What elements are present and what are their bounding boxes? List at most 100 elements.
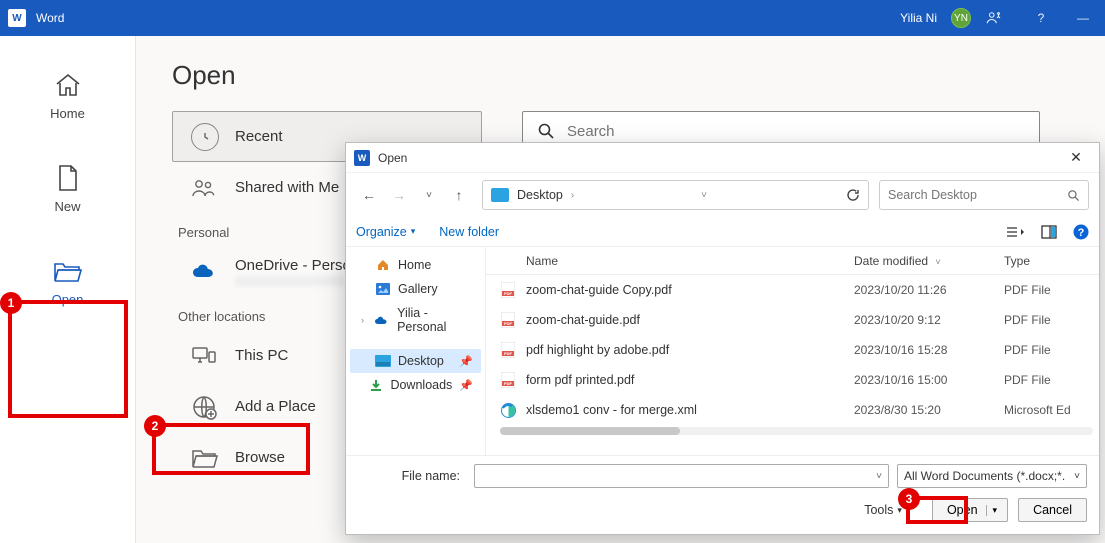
view-menu-icon[interactable] xyxy=(1005,225,1025,239)
file-row[interactable]: xlsdemo1 conv - for merge.xml2023/8/30 1… xyxy=(486,395,1099,425)
add-place-icon xyxy=(191,394,219,420)
breadcrumb[interactable]: Desktop xyxy=(517,188,563,202)
file-date: 2023/10/20 11:26 xyxy=(854,283,1004,297)
sort-desc-icon: ˅ xyxy=(935,257,940,267)
chevron-down-icon: ˅ xyxy=(1074,471,1080,482)
file-name: xlsdemo1 conv - for merge.xml xyxy=(526,403,854,417)
help-icon[interactable]: ? xyxy=(1027,11,1055,25)
chevron-down-icon: ▾ xyxy=(411,226,416,237)
tree-downloads[interactable]: Downloads 📌 xyxy=(350,373,481,397)
svg-text:PDF: PDF xyxy=(504,381,513,386)
svg-text:PDF: PDF xyxy=(504,351,513,356)
word-icon: W xyxy=(354,150,370,166)
coming-soon-icon[interactable] xyxy=(985,9,1013,27)
cancel-button[interactable]: Cancel xyxy=(1018,498,1087,522)
file-list-header: Name Date modified ˅ Type xyxy=(486,247,1099,275)
desktop-icon xyxy=(375,354,391,368)
file-type-icon: PDF xyxy=(500,312,516,328)
dialog-toolbar: Organize ▾ New folder ? xyxy=(346,217,1099,247)
col-name[interactable]: Name xyxy=(500,254,854,268)
home-icon xyxy=(53,72,83,98)
new-doc-icon xyxy=(53,165,83,191)
file-name: zoom-chat-guide.pdf xyxy=(526,313,854,327)
tree-desktop-label: Desktop xyxy=(398,354,444,368)
word-app-icon: W xyxy=(8,9,26,27)
people-icon xyxy=(191,178,219,198)
file-name: form pdf printed.pdf xyxy=(526,373,854,387)
file-row[interactable]: PDFpdf highlight by adobe.pdf2023/10/16 … xyxy=(486,335,1099,365)
tree-onedrive-personal[interactable]: › Yilia - Personal xyxy=(350,301,481,339)
tools-menu[interactable]: Tools ▾ xyxy=(864,503,902,517)
chevron-down-icon[interactable]: ˅ xyxy=(876,471,882,482)
file-date: 2023/8/30 15:20 xyxy=(854,403,1004,417)
open-button-label: Open xyxy=(947,503,978,517)
tree-gallery[interactable]: Gallery xyxy=(350,277,481,301)
up-icon[interactable]: ↑ xyxy=(446,182,472,208)
back-icon[interactable]: ← xyxy=(356,182,382,208)
chevron-right-icon[interactable]: › xyxy=(571,190,574,201)
pin-icon[interactable]: 📌 xyxy=(459,355,473,368)
browse-folder-icon xyxy=(191,447,219,469)
file-date: 2023/10/16 15:28 xyxy=(854,343,1004,357)
pin-icon[interactable]: 📌 xyxy=(459,379,473,392)
dialog-title: Open xyxy=(378,151,407,165)
nav-open[interactable]: Open xyxy=(28,258,108,307)
title-bar: W Word Yilia Ni YN ? — xyxy=(0,0,1105,36)
nav-open-label: Open xyxy=(52,292,84,307)
file-type: PDF File xyxy=(1004,313,1099,327)
tree-home-label: Home xyxy=(398,258,431,272)
tools-label: Tools xyxy=(864,503,893,517)
open-button[interactable]: Open ▾ xyxy=(932,498,1008,522)
file-type-filter[interactable]: All Word Documents (*.docx;*. ˅ xyxy=(897,464,1087,488)
file-type: PDF File xyxy=(1004,373,1099,387)
tree-gallery-label: Gallery xyxy=(398,282,438,296)
nav-new[interactable]: New xyxy=(28,165,108,214)
recent-locations-icon[interactable]: ˅ xyxy=(416,182,442,208)
refresh-icon[interactable] xyxy=(846,188,860,202)
organize-label: Organize xyxy=(356,225,407,239)
onedrive-icon xyxy=(191,263,219,281)
chevron-down-icon[interactable]: ˅ xyxy=(701,190,707,201)
col-type[interactable]: Type xyxy=(1004,254,1099,268)
file-row[interactable]: PDFform pdf printed.pdf2023/10/16 15:00P… xyxy=(486,365,1099,395)
close-icon[interactable]: ✕ xyxy=(1061,149,1091,166)
cloud-icon xyxy=(374,313,390,327)
file-date: 2023/10/20 9:12 xyxy=(854,313,1004,327)
help-icon[interactable]: ? xyxy=(1073,224,1089,240)
address-bar[interactable]: Desktop › ˅ xyxy=(482,180,869,210)
horizontal-scrollbar[interactable] xyxy=(500,427,1093,435)
forward-icon[interactable]: → xyxy=(386,182,412,208)
open-folder-icon xyxy=(53,258,83,284)
dialog-search[interactable] xyxy=(879,180,1089,210)
tree-home[interactable]: Home xyxy=(350,253,481,277)
file-list: Name Date modified ˅ Type PDFzoom-chat-g… xyxy=(486,247,1099,455)
dialog-search-input[interactable] xyxy=(888,188,1061,202)
file-type: PDF File xyxy=(1004,343,1099,357)
organize-menu[interactable]: Organize ▾ xyxy=(356,225,415,239)
nav-home[interactable]: Home xyxy=(28,72,108,121)
place-shared-label: Shared with Me xyxy=(235,179,339,196)
file-type-icon: PDF xyxy=(500,342,516,358)
file-open-dialog: W Open ✕ ← → ˅ ↑ Desktop › ˅ Organize ▾ xyxy=(345,142,1100,535)
nav-new-label: New xyxy=(54,199,80,214)
preview-pane-icon[interactable] xyxy=(1041,225,1057,239)
tree-desktop[interactable]: Desktop 📌 xyxy=(350,349,481,373)
file-type-icon xyxy=(500,402,516,418)
file-row[interactable]: PDFzoom-chat-guide Copy.pdf2023/10/20 11… xyxy=(486,275,1099,305)
place-this-pc-label: This PC xyxy=(235,347,288,364)
dialog-title-bar: W Open ✕ xyxy=(346,143,1099,173)
minimize-icon[interactable]: — xyxy=(1069,11,1097,25)
filename-input[interactable]: ˅ xyxy=(474,464,889,488)
col-date[interactable]: Date modified ˅ xyxy=(854,254,1004,268)
place-recent-label: Recent xyxy=(235,128,283,145)
new-folder-button[interactable]: New folder xyxy=(439,225,499,239)
avatar[interactable]: YN xyxy=(951,8,971,28)
file-row[interactable]: PDF zoom-chat-guide.pdf2023/10/20 9:12PDF… xyxy=(486,305,1099,335)
svg-text:PDF: PDF xyxy=(504,321,513,326)
file-type: Microsoft Ed xyxy=(1004,403,1099,417)
user-name: Yilia Ni xyxy=(900,11,937,25)
backstage-search-input[interactable] xyxy=(567,123,1025,140)
expand-icon[interactable]: › xyxy=(358,315,367,325)
open-split-chevron-icon[interactable]: ▾ xyxy=(986,505,1004,516)
chevron-down-icon: ▾ xyxy=(897,505,902,516)
